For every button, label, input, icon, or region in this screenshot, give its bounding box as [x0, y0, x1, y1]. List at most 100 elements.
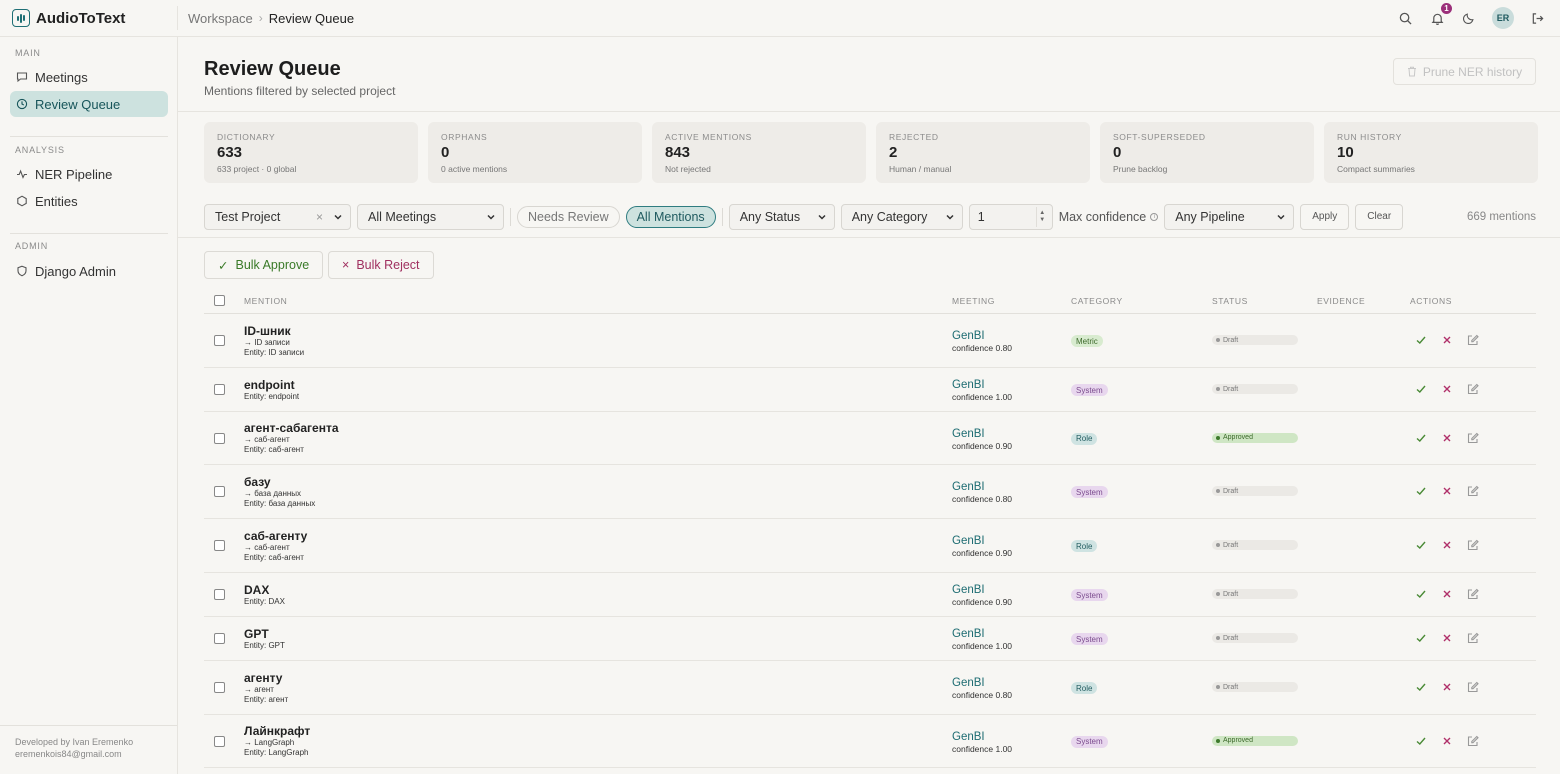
approve-check-icon[interactable] [1415, 485, 1427, 497]
approve-check-icon[interactable] [1415, 383, 1427, 395]
reject-x-icon[interactable] [1441, 432, 1453, 444]
project-select[interactable]: Test Project × [204, 203, 351, 230]
confidence-value: confidence 0.90 [952, 440, 1013, 451]
meeting-link[interactable]: GenBI [952, 379, 985, 391]
meeting-link[interactable]: GenBI [952, 535, 985, 547]
breadcrumb-root[interactable]: Workspace [188, 11, 253, 26]
mention-name[interactable]: DAX [244, 583, 269, 597]
footer-email[interactable]: eremenkois84@gmail.com [15, 748, 133, 760]
mention-name[interactable]: агенту [244, 671, 282, 685]
reject-x-icon[interactable] [1441, 485, 1453, 497]
reject-x-icon[interactable] [1441, 539, 1453, 551]
status-badge: Draft [1212, 540, 1298, 550]
row-checkbox[interactable] [214, 633, 225, 644]
status-badge: Draft [1212, 682, 1298, 692]
mention-name[interactable]: Лайнкрафт [244, 724, 310, 738]
meeting-link[interactable]: GenBI [952, 677, 985, 689]
edit-icon[interactable] [1467, 539, 1479, 551]
stat-sub: Human / manual [889, 164, 952, 174]
sidebar-item-meetings[interactable]: Meetings [10, 64, 168, 90]
status-label: Draft [1223, 634, 1239, 642]
search-icon[interactable] [1396, 9, 1414, 27]
meetings-select[interactable]: All Meetings [357, 203, 504, 230]
meeting-link[interactable]: GenBI [952, 330, 985, 342]
row-checkbox[interactable] [214, 384, 225, 395]
pipeline-select[interactable]: Any Pipeline [1164, 203, 1295, 230]
approve-check-icon[interactable] [1415, 539, 1427, 551]
moon-icon[interactable] [1460, 9, 1478, 27]
mention-name[interactable]: GPT [244, 627, 269, 641]
row-checkbox[interactable] [214, 486, 225, 497]
select-all-checkbox[interactable] [214, 295, 225, 306]
logout-icon[interactable] [1528, 9, 1546, 27]
meeting-link[interactable]: GenBI [952, 481, 985, 493]
bulk-reject-button[interactable]: × Bulk Reject [328, 251, 434, 279]
sidebar-item-review-queue[interactable]: Review Queue [10, 91, 168, 117]
edit-icon[interactable] [1467, 632, 1479, 644]
meeting-link[interactable]: GenBI [952, 584, 985, 596]
mention-name[interactable]: базу [244, 475, 271, 489]
category-badge: System [1071, 589, 1108, 601]
needs-review-toggle[interactable]: Needs Review [517, 205, 620, 228]
row-checkbox[interactable] [214, 432, 225, 444]
info-icon[interactable]: i [1150, 212, 1159, 221]
approve-check-icon[interactable] [1415, 681, 1427, 693]
close-icon: × [342, 258, 350, 272]
mention-name[interactable]: endpoint [244, 378, 295, 392]
meeting-link[interactable]: GenBI [952, 731, 985, 743]
approve-check-icon[interactable] [1415, 632, 1427, 644]
meeting-link[interactable]: GenBI [952, 428, 985, 440]
mention-count: 669 mentions [1466, 210, 1536, 223]
min-mentions-input[interactable]: 1 ▲ ▼ [968, 203, 1053, 230]
reject-x-icon[interactable] [1441, 735, 1453, 747]
approve-check-icon[interactable] [1415, 334, 1427, 346]
edit-icon[interactable] [1467, 334, 1479, 346]
bulk-approve-button[interactable]: ✓ Bulk Approve [204, 251, 324, 279]
mention-name[interactable]: ID-шник [244, 324, 291, 338]
brand[interactable]: AudioToText [0, 6, 178, 30]
meeting-link[interactable]: GenBI [952, 628, 985, 640]
all-mentions-toggle[interactable]: All Mentions [625, 205, 716, 228]
edit-icon[interactable] [1467, 432, 1479, 444]
number-stepper[interactable]: ▲ ▼ [1035, 206, 1048, 227]
edit-icon[interactable] [1467, 485, 1479, 497]
reject-x-icon[interactable] [1441, 681, 1453, 693]
status-dot-icon [1216, 543, 1220, 547]
status-select[interactable]: Any Status [728, 203, 835, 230]
row-checkbox[interactable] [214, 589, 225, 600]
row-checkbox[interactable] [214, 682, 225, 693]
approve-check-icon[interactable] [1415, 588, 1427, 600]
bell-icon[interactable]: 1 [1428, 3, 1452, 27]
status-label: Draft [1223, 385, 1239, 393]
category-select[interactable]: Any Category [840, 203, 963, 230]
mention-name[interactable]: саб-агенту [244, 529, 307, 543]
table-row: агент-сабагента → саб-агент Entity: саб-аг… [204, 412, 1536, 465]
avatar[interactable]: ER [1492, 7, 1514, 29]
clear-project-icon[interactable]: × [316, 210, 323, 224]
edit-icon[interactable] [1467, 588, 1479, 600]
approve-check-icon[interactable] [1415, 432, 1427, 444]
edit-icon[interactable] [1467, 681, 1479, 693]
row-checkbox[interactable] [214, 540, 225, 551]
reject-x-icon[interactable] [1441, 632, 1453, 644]
mentions-table: MENTION MEETING CATEGORY STATUS EVIDENCE… [204, 289, 1536, 768]
approve-check-icon[interactable] [1415, 735, 1427, 747]
sidebar-item-ner-pipeline[interactable]: NER Pipeline [10, 161, 168, 187]
reject-x-icon[interactable] [1441, 334, 1453, 346]
mention-detail: Entity: endpoint [244, 391, 300, 401]
edit-icon[interactable] [1467, 383, 1479, 395]
sidebar-item-django-admin[interactable]: Django Admin [10, 258, 168, 284]
status-badge: Draft [1212, 486, 1298, 496]
main-content: Review Queue Mentions filtered by select… [178, 37, 1560, 774]
edit-icon[interactable] [1467, 735, 1479, 747]
reject-x-icon[interactable] [1441, 588, 1453, 600]
reject-x-icon[interactable] [1441, 383, 1453, 395]
clear-button[interactable]: Clear [1355, 203, 1404, 230]
footer-credit: Developed by Ivan Eremenko [15, 737, 134, 747]
row-checkbox[interactable] [214, 735, 225, 747]
sidebar-item-entities[interactable]: Entities [10, 188, 168, 214]
row-checkbox[interactable] [214, 335, 225, 346]
mention-name[interactable]: агент-сабагента [244, 421, 339, 435]
apply-button[interactable]: Apply [1300, 203, 1350, 230]
prune-ner-history-button[interactable]: Prune NER history [1393, 58, 1536, 85]
